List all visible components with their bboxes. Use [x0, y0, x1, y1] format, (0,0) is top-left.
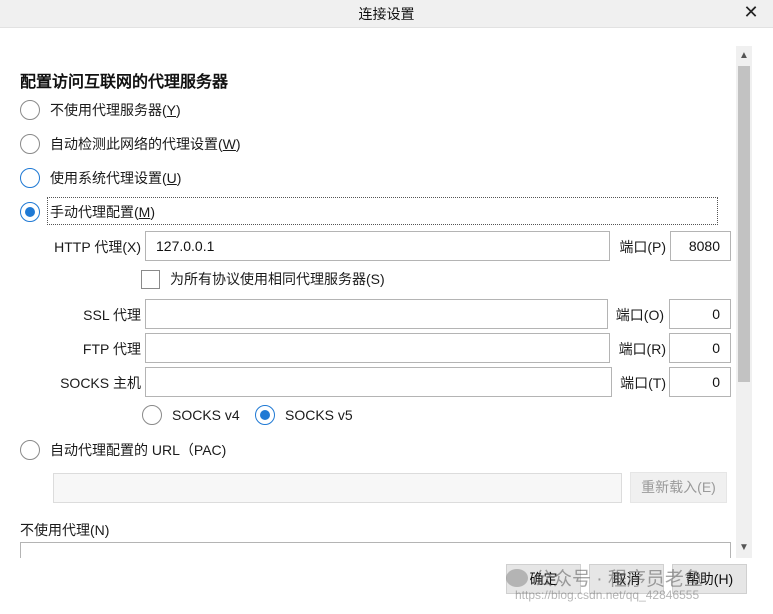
- ftp-port-label: 端口(R): [618, 341, 666, 357]
- reload-button[interactable]: 重新载入(E): [630, 472, 727, 503]
- radio-no-proxy[interactable]: 不使用代理服务器(Y): [20, 100, 181, 120]
- pac-url-input[interactable]: [53, 473, 622, 503]
- watermark: 公众号 · 程序员老鱼: [506, 564, 703, 591]
- radio-indicator[interactable]: [20, 202, 40, 222]
- radio-pac-url[interactable]: 自动代理配置的 URL（PAC): [20, 440, 226, 460]
- ssl-proxy-input[interactable]: [145, 299, 608, 329]
- socks-host-input[interactable]: [145, 367, 612, 397]
- section-heading: 配置访问互联网的代理服务器: [20, 74, 229, 91]
- radio-socks-v5[interactable]: SOCKS v5: [255, 405, 353, 425]
- same-proxy-label: 为所有协议使用相同代理服务器(S): [170, 271, 385, 287]
- radio-label: 自动代理配置的 URL（PAC): [50, 442, 227, 458]
- radio-socks-v4[interactable]: SOCKS v4: [142, 405, 240, 425]
- scrollbar-thumb[interactable]: [738, 66, 750, 382]
- radio-label: 手动代理配置(M): [50, 204, 156, 220]
- scroll-up-icon[interactable]: ▲: [736, 48, 752, 64]
- radio-label: 不使用代理服务器(Y): [50, 102, 181, 118]
- radio-auto-detect[interactable]: 自动检测此网络的代理设置(W): [20, 134, 241, 154]
- http-proxy-input[interactable]: 127.0.0.1: [145, 231, 610, 261]
- radio-label: 自动检测此网络的代理设置(W): [50, 136, 241, 152]
- same-proxy-checkbox-row[interactable]: 为所有协议使用相同代理服务器(S): [141, 269, 385, 289]
- radio-label: 使用系统代理设置(U): [50, 170, 182, 186]
- http-proxy-label: HTTP 代理(X): [54, 239, 141, 255]
- settings-panel: 配置访问互联网的代理服务器 不使用代理服务器(Y) 自动检测此网络的代理设置(W…: [0, 28, 735, 558]
- http-port-label: 端口(P): [619, 239, 666, 255]
- ftp-port-input[interactable]: 0: [669, 333, 731, 363]
- radio-manual-proxy[interactable]: 手动代理配置(M): [20, 202, 155, 222]
- wechat-icon: [506, 569, 528, 587]
- radio-indicator[interactable]: [20, 100, 40, 120]
- scroll-down-icon[interactable]: ▼: [736, 540, 752, 556]
- radio-indicator[interactable]: [20, 168, 40, 188]
- radio-label: SOCKS v5: [285, 407, 353, 423]
- radio-label: SOCKS v4: [172, 407, 240, 423]
- radio-indicator[interactable]: [255, 405, 275, 425]
- ssl-port-label: 端口(O): [615, 307, 664, 323]
- radio-indicator[interactable]: [20, 134, 40, 154]
- ssl-port-input[interactable]: 0: [669, 299, 731, 329]
- close-icon[interactable]: ✕: [741, 0, 761, 26]
- same-proxy-checkbox[interactable]: [141, 269, 160, 289]
- no-proxy-textarea[interactable]: [20, 542, 731, 558]
- watermark-url: https://blog.csdn.net/qq_42846555: [515, 588, 700, 602]
- radio-system-proxy[interactable]: 使用系统代理设置(U): [20, 168, 181, 188]
- radio-indicator[interactable]: [142, 405, 162, 425]
- ftp-proxy-input[interactable]: [145, 333, 610, 363]
- vertical-scrollbar[interactable]: ▲ ▼: [736, 46, 752, 558]
- http-port-input[interactable]: 8080: [670, 231, 731, 261]
- socks-host-label: SOCKS 主机: [60, 375, 141, 391]
- radio-indicator[interactable]: [20, 440, 40, 460]
- window-title: 连接设置: [358, 6, 415, 22]
- socks-port-label: 端口(T): [620, 375, 666, 391]
- socks-port-input[interactable]: 0: [669, 367, 731, 397]
- ftp-proxy-label: FTP 代理: [82, 341, 141, 357]
- title-bar: 连接设置 ✕: [0, 0, 773, 28]
- no-proxy-label: 不使用代理(N): [20, 522, 110, 538]
- ssl-proxy-label: SSL 代理: [83, 307, 141, 323]
